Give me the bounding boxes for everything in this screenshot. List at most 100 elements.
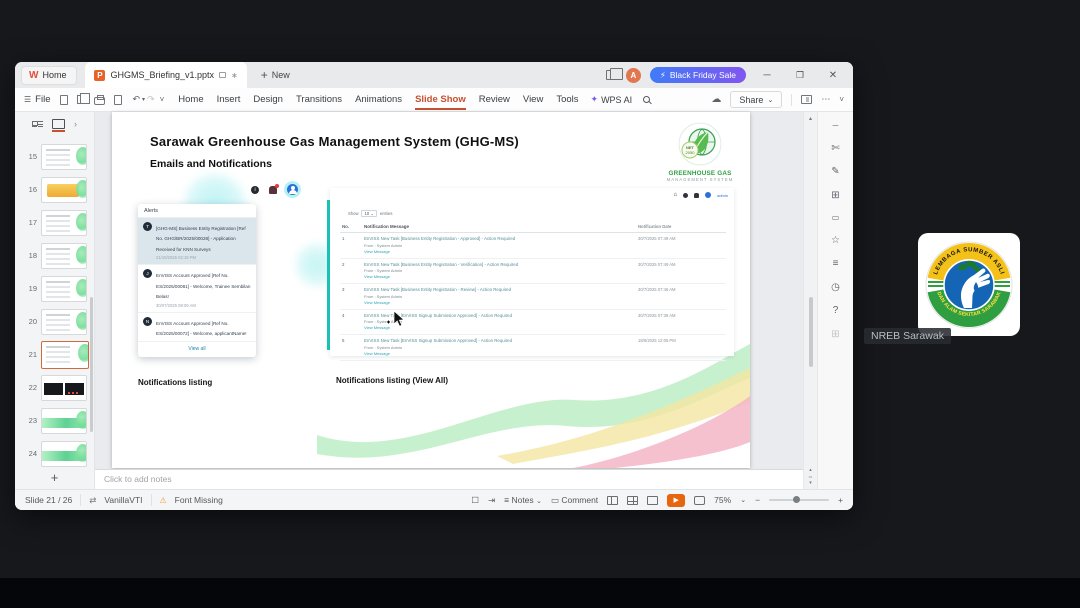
slide-thumbnail-20[interactable] bbox=[41, 308, 87, 335]
zoom-level[interactable]: 75% bbox=[714, 495, 731, 505]
apps-grid-icon[interactable]: ⊞ bbox=[831, 329, 839, 340]
history-icon[interactable]: ◷ bbox=[831, 282, 840, 293]
slide-thumbnail-17[interactable] bbox=[41, 209, 87, 236]
notifications-table-screenshot: ⌂ admin Show 10 ⌄ entries No. Notificati… bbox=[327, 188, 734, 362]
menu-tools[interactable]: Tools bbox=[556, 89, 578, 110]
edit-icon[interactable]: ✎ bbox=[831, 166, 839, 177]
close-button[interactable]: ✕ bbox=[821, 70, 845, 81]
save-icon[interactable] bbox=[60, 94, 69, 105]
slide-thumbnail-24[interactable] bbox=[41, 440, 87, 467]
alert-item[interactable]: N EnVISS Account Approved [Ref No. ES/20… bbox=[138, 313, 256, 343]
alert-item[interactable]: J EnVISS Account Approved [Ref No. ES/20… bbox=[138, 265, 256, 313]
theme-name[interactable]: VanillaVTI bbox=[104, 495, 142, 505]
slide-view-icon[interactable] bbox=[52, 119, 65, 132]
zoom-dropdown-icon[interactable]: ⌄ bbox=[740, 496, 746, 504]
minimize-button[interactable]: ─ bbox=[755, 70, 779, 81]
slide-thumbnail-21[interactable] bbox=[41, 340, 89, 369]
slide-thumbnail-18[interactable] bbox=[41, 242, 87, 269]
slideshow-play-button[interactable]: ▶ bbox=[667, 493, 686, 507]
print-preview-icon[interactable] bbox=[114, 94, 123, 105]
normal-view-icon[interactable] bbox=[607, 495, 619, 505]
previous-slide-icon[interactable]: ▴ bbox=[809, 467, 812, 473]
reading-view-icon[interactable] bbox=[647, 495, 659, 505]
zoom-slider-knob[interactable] bbox=[793, 496, 801, 503]
notification-date: 30/7/2025 07:49 AM bbox=[638, 236, 676, 241]
page-setup-icon[interactable]: ☐ bbox=[471, 495, 479, 506]
panel-scrollbar[interactable] bbox=[90, 297, 93, 432]
hamburger-icon: ☰ bbox=[24, 95, 32, 104]
menu-view[interactable]: View bbox=[523, 89, 543, 110]
tab-list-icon[interactable] bbox=[605, 68, 623, 80]
slide-thumbnail-22[interactable] bbox=[41, 374, 87, 401]
menu-insert[interactable]: Insert bbox=[217, 89, 241, 110]
tailor-tools-icon[interactable]: ✄ bbox=[831, 143, 839, 154]
slide-scrollbar[interactable]: ▴ ▴ ▭ ▾ bbox=[803, 112, 817, 489]
view-message-link[interactable]: View Message bbox=[364, 249, 632, 255]
comment-pane-icon[interactable]: ▭ bbox=[832, 213, 840, 222]
menu-slide-show[interactable]: Slide Show bbox=[415, 89, 466, 110]
participant-video-tile[interactable]: LEMBAGA SUMBER ASLI DAN ALAM SEKITAR SAR… bbox=[918, 233, 1020, 336]
print-icon[interactable] bbox=[94, 94, 106, 105]
view-message-link[interactable]: View Message bbox=[364, 300, 632, 306]
toolbar-collapse-icon[interactable]: ˅ bbox=[160, 95, 165, 104]
notes-input[interactable]: Click to add notes bbox=[95, 469, 803, 489]
slide-thumbnail-row-19: 19 bbox=[15, 272, 94, 305]
slide-thumbnail-15[interactable] bbox=[41, 143, 87, 170]
zoom-slider[interactable] bbox=[769, 496, 830, 503]
tab-preview-icon[interactable] bbox=[219, 72, 227, 78]
share-button[interactable]: Share ⌄ bbox=[730, 91, 783, 108]
scrollbar-thumb[interactable] bbox=[809, 297, 813, 367]
view-message-link[interactable]: View Message bbox=[364, 274, 632, 280]
right-tool-sidebar: ─ ✄ ✎ ⊞ ▭ ☆ ≡ ◷ ? ⊞ bbox=[817, 112, 853, 489]
font-missing-label[interactable]: Font Missing bbox=[175, 495, 223, 505]
menu-transitions[interactable]: Transitions bbox=[296, 89, 342, 110]
more-icon[interactable]: ⋯ bbox=[821, 94, 830, 105]
outline-view-icon[interactable] bbox=[32, 120, 43, 129]
menu-design[interactable]: Design bbox=[253, 89, 283, 110]
search-icon[interactable] bbox=[643, 96, 651, 103]
panel-collapse-icon[interactable]: › bbox=[74, 119, 77, 129]
slide-jump-icon[interactable]: ▭ bbox=[809, 474, 813, 479]
comment-button[interactable]: ▭ Comment bbox=[551, 495, 598, 506]
add-slide-button[interactable]: + bbox=[15, 470, 94, 485]
settings-icon[interactable]: ≡ bbox=[833, 258, 839, 269]
scroll-up-icon[interactable]: ▴ bbox=[804, 112, 817, 122]
favorites-icon[interactable]: ☆ bbox=[831, 235, 840, 246]
cloud-sync-icon[interactable]: ☁ bbox=[711, 94, 721, 105]
slide-thumbnail-23[interactable] bbox=[41, 407, 87, 434]
wps-home-tab[interactable]: W Home bbox=[21, 65, 78, 85]
file-menu[interactable]: ☰ File bbox=[24, 94, 50, 105]
document-tab[interactable]: P GHGMS_Briefing_v1.pptx ∗ bbox=[85, 62, 247, 88]
slide-thumbnail-16[interactable] bbox=[41, 176, 87, 203]
copy-icon[interactable] bbox=[77, 93, 91, 104]
next-slide-icon[interactable]: ▾ bbox=[809, 480, 812, 486]
undo-icon[interactable]: ↶ bbox=[132, 94, 140, 105]
alerts-screenshot: i Alerts T [GHG-MS] Business Entity Regi… bbox=[134, 180, 306, 376]
slide-thumbnail-19[interactable] bbox=[41, 275, 87, 302]
slide-sorter-icon[interactable] bbox=[627, 495, 639, 505]
black-friday-sale-button[interactable]: ⚡ Black Friday Sale bbox=[649, 67, 746, 83]
alert-item[interactable]: T [GHG-MS] Business Entity Registration … bbox=[138, 218, 256, 266]
zoom-in-button[interactable]: + bbox=[838, 495, 843, 505]
zoom-out-button[interactable]: − bbox=[755, 495, 760, 505]
new-tab-button[interactable]: + New bbox=[261, 68, 290, 82]
export-icon[interactable]: ⇥ bbox=[488, 495, 495, 506]
slide-thumbnail-row-20: 20 bbox=[15, 305, 94, 338]
menu-animations[interactable]: Animations bbox=[355, 89, 402, 110]
collapse-pane-icon[interactable]: ─ bbox=[833, 121, 839, 130]
undo-dropdown-icon[interactable]: ▾ bbox=[142, 96, 145, 103]
menu-home[interactable]: Home bbox=[178, 89, 203, 110]
ribbon-collapse-icon[interactable]: ˅ bbox=[839, 95, 844, 104]
shapes-icon[interactable]: ⊞ bbox=[831, 190, 839, 201]
help-icon[interactable]: ? bbox=[833, 305, 839, 316]
maximize-button[interactable]: ❐ bbox=[788, 70, 812, 81]
wps-ai-menu[interactable]: ✦ WPS AI bbox=[591, 94, 633, 105]
panel-layout-icon[interactable] bbox=[801, 95, 813, 104]
account-avatar[interactable]: A bbox=[625, 67, 641, 83]
fit-slide-icon[interactable] bbox=[694, 495, 706, 505]
menu-review[interactable]: Review bbox=[479, 89, 510, 110]
current-slide[interactable]: Sarawak Greenhouse Gas Management System… bbox=[112, 112, 750, 468]
view-message-link[interactable]: View Message bbox=[364, 351, 632, 357]
notes-toggle[interactable]: ≡ Notes ⌄ bbox=[504, 495, 542, 505]
show-label: Show bbox=[348, 211, 359, 216]
